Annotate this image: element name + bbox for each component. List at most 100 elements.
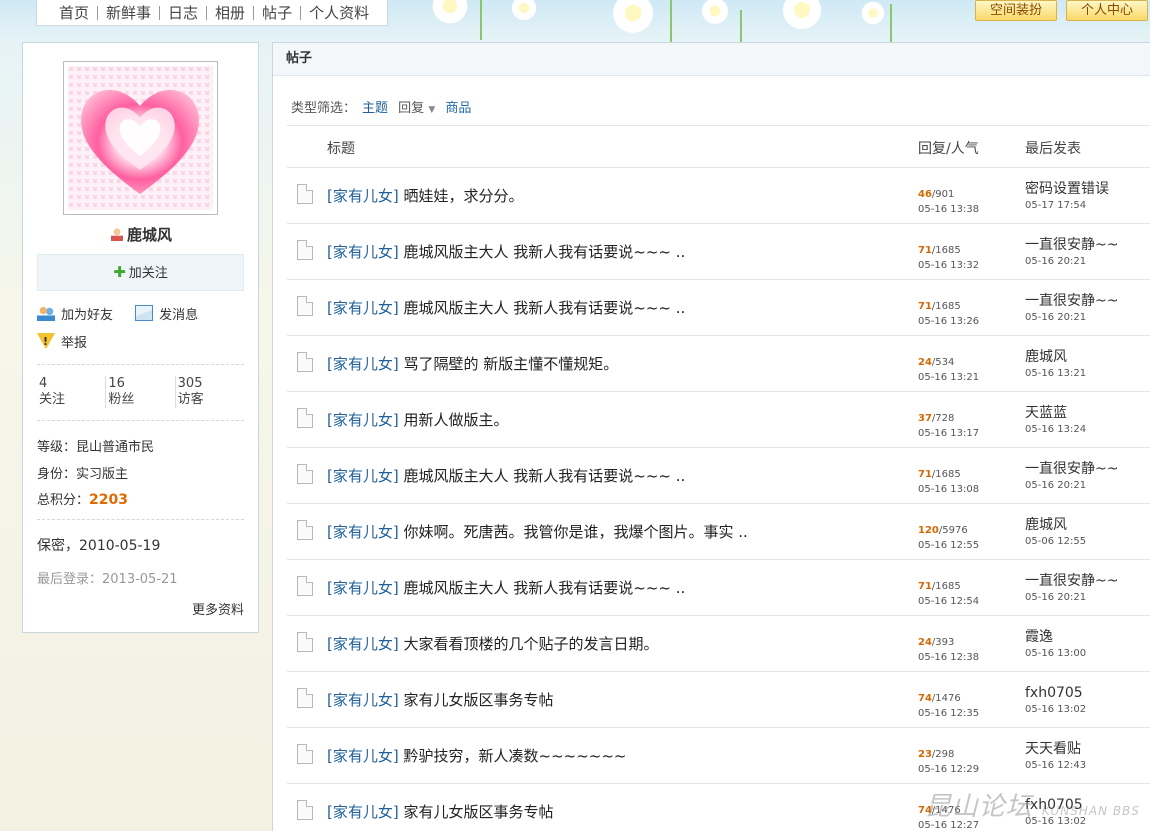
post-category[interactable]: [家有儿女]: [327, 187, 399, 205]
post-title-link[interactable]: [家有儿女] 鹿城风版主大人 我新人我有话要说~~~ ..: [327, 465, 685, 486]
nav-news[interactable]: 新鲜事: [98, 1, 159, 25]
last-post-info: 天蓝蓝 05-16 13:24: [1025, 405, 1086, 438]
stat-fans[interactable]: 16 粉丝: [105, 376, 174, 408]
last-poster-link[interactable]: 一直很安静~~: [1025, 293, 1118, 309]
post-title-link[interactable]: [家有儿女] 大家看看顶楼的几个贴子的发言日期。: [327, 633, 659, 654]
profile-actions: 加为好友 发消息 举报: [37, 301, 247, 353]
post-title[interactable]: 骂了隔壁的 新版主懂不懂规矩。: [404, 355, 619, 373]
post-title-link[interactable]: [家有儿女] 鹿城风版主大人 我新人我有话要说~~~ ..: [327, 577, 685, 598]
follow-button[interactable]: ✚ 加关注: [37, 254, 244, 291]
post-title-link[interactable]: [家有儿女] 骂了隔壁的 新版主懂不懂规矩。: [327, 353, 618, 374]
stat-visitors[interactable]: 305 访客: [174, 376, 244, 408]
send-message-button[interactable]: 发消息: [135, 301, 198, 325]
type-filter: 类型筛选： 主题 回复 ▼ 商品: [291, 97, 471, 116]
stat-following[interactable]: 4 关注: [37, 376, 105, 408]
post-category[interactable]: [家有儿女]: [327, 523, 399, 541]
post-title-link[interactable]: [家有儿女] 晒娃娃，求分分。: [327, 185, 524, 206]
last-post-info: 一直很安静~~ 05-16 20:21: [1025, 293, 1118, 326]
post-time: 05-16 13:21: [918, 372, 980, 383]
filter-topic[interactable]: 主题: [362, 101, 388, 116]
follow-label: 加关注: [128, 266, 168, 281]
last-poster-link[interactable]: 霞逸: [1025, 629, 1053, 645]
last-post-time: 05-16 13:02: [1025, 704, 1087, 715]
post-title[interactable]: 家有儿女版区事务专帖: [404, 691, 554, 709]
last-poster-link[interactable]: 密码设置错误: [1025, 181, 1109, 197]
decorate-space-button[interactable]: 空间装扮: [975, 0, 1057, 21]
add-friend-button[interactable]: 加为好友: [37, 301, 113, 325]
post-title-link[interactable]: [家有儿女] 鹿城风版主大人 我新人我有话要说~~~ ..: [327, 241, 685, 262]
post-title[interactable]: 鹿城风版主大人 我新人我有话要说~~~ ..: [404, 243, 686, 261]
nav-home[interactable]: 首页: [51, 1, 97, 25]
post-time: 05-16 13:32: [918, 260, 980, 271]
last-poster-link[interactable]: 天天看贴: [1025, 741, 1081, 757]
post-title-link[interactable]: [家有儿女] 家有儿女版区事务专帖: [327, 801, 554, 822]
post-title[interactable]: 你妹啊。死唐茜。我管你是谁，我爆个图片。事实 ..: [404, 523, 748, 541]
post-title[interactable]: 晒娃娃，求分分。: [404, 187, 524, 205]
post-category[interactable]: [家有儿女]: [327, 691, 399, 709]
user-center-button[interactable]: 个人中心: [1066, 0, 1148, 21]
last-poster-link[interactable]: 一直很安静~~: [1025, 237, 1118, 253]
post-category[interactable]: [家有儿女]: [327, 635, 399, 653]
reply-count: 23: [918, 749, 932, 760]
last-poster-link[interactable]: 一直很安静~~: [1025, 461, 1118, 477]
post-title-link[interactable]: [家有儿女] 你妹啊。死唐茜。我管你是谁，我爆个图片。事实 ..: [327, 521, 748, 542]
post-category[interactable]: [家有儿女]: [327, 747, 399, 765]
post-row: [家有儿女] 骂了隔壁的 新版主懂不懂规矩。 24/534 05-16 13:21 鹿…: [287, 336, 1150, 392]
divider: [287, 125, 1150, 126]
post-title-link[interactable]: [家有儿女] 黔驴技穷，新人凑数~~~~~~~: [327, 745, 626, 766]
report-button[interactable]: 举报: [37, 329, 87, 353]
filter-reply-dropdown[interactable]: 回复 ▼: [398, 101, 435, 116]
nav-album[interactable]: 相册: [207, 1, 253, 25]
last-poster-link[interactable]: fxh0705: [1025, 685, 1083, 701]
post-title[interactable]: 用新人做版主。: [404, 411, 509, 429]
post-category[interactable]: [家有儿女]: [327, 299, 399, 317]
nav-profile[interactable]: 个人资料: [301, 1, 377, 25]
post-title[interactable]: 黔驴技穷，新人凑数~~~~~~~: [404, 747, 627, 765]
view-count: 1685: [935, 301, 961, 312]
post-title[interactable]: 鹿城风版主大人 我新人我有话要说~~~ ..: [404, 299, 686, 317]
view-count: 901: [935, 189, 955, 200]
post-title-link[interactable]: [家有儿女] 家有儿女版区事务专帖: [327, 689, 554, 710]
reply-count: 71: [918, 245, 932, 256]
post-category[interactable]: [家有儿女]: [327, 579, 399, 597]
last-login-info: 最后登录：2013-05-21: [37, 568, 178, 587]
document-icon: [297, 688, 313, 708]
reply-count: 24: [918, 637, 932, 648]
filter-label: 类型筛选：: [291, 101, 357, 116]
filter-goods[interactable]: 商品: [445, 101, 471, 116]
post-category[interactable]: [家有儿女]: [327, 355, 399, 373]
warning-icon: [37, 333, 55, 349]
post-category[interactable]: [家有儿女]: [327, 467, 399, 485]
nav-posts[interactable]: 帖子: [254, 1, 300, 25]
post-title[interactable]: 鹿城风版主大人 我新人我有话要说~~~ ..: [404, 467, 686, 485]
col-header-stats: 回复/人气: [918, 141, 979, 157]
document-icon: [297, 800, 313, 820]
last-poster-link[interactable]: 鹿城风: [1025, 349, 1067, 365]
post-category[interactable]: [家有儿女]: [327, 243, 399, 261]
last-post-time: 05-16 13:24: [1025, 424, 1087, 435]
nav-blog[interactable]: 日志: [160, 1, 206, 25]
last-post-info: 密码设置错误 05-17 17:54: [1025, 181, 1109, 214]
more-info-link[interactable]: 更多资料: [192, 599, 244, 618]
post-row: [家有儿女] 你妹啊。死唐茜。我管你是谁，我爆个图片。事实 .. 120/5976…: [287, 504, 1150, 560]
stat-value: 16: [108, 376, 125, 391]
last-poster-link[interactable]: 一直很安静~~: [1025, 573, 1118, 589]
post-time: 05-16 13:26: [918, 316, 980, 327]
last-poster-link[interactable]: 天蓝蓝: [1025, 405, 1067, 421]
last-poster-link[interactable]: 鹿城风: [1025, 517, 1067, 533]
posts-panel: 帖子 类型筛选： 主题 回复 ▼ 商品 标题 回复/人气 最后发表 [家有儿女] …: [272, 42, 1150, 831]
avatar[interactable]: [63, 61, 218, 215]
document-icon: [297, 184, 313, 204]
watermark-small: KUNSHAN BBS: [1041, 804, 1140, 818]
score-info: 总积分：2203: [37, 489, 128, 508]
level-value: 昆山普通市民: [76, 440, 155, 455]
post-category[interactable]: [家有儿女]: [327, 411, 399, 429]
post-title[interactable]: 大家看看顶楼的几个贴子的发言日期。: [404, 635, 659, 653]
post-title[interactable]: 家有儿女版区事务专帖: [404, 803, 554, 821]
post-stats: 71/1685 05-16 13:26: [918, 301, 980, 327]
post-row: [家有儿女] 鹿城风版主大人 我新人我有话要说~~~ .. 71/1685 05-1…: [287, 224, 1150, 280]
post-title-link[interactable]: [家有儿女] 用新人做版主。: [327, 409, 509, 430]
post-title[interactable]: 鹿城风版主大人 我新人我有话要说~~~ ..: [404, 579, 686, 597]
post-category[interactable]: [家有儿女]: [327, 803, 399, 821]
post-title-link[interactable]: [家有儿女] 鹿城风版主大人 我新人我有话要说~~~ ..: [327, 297, 685, 318]
